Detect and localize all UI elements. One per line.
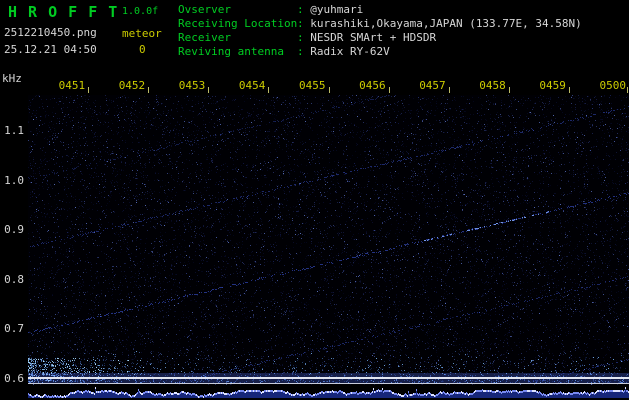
info-colon: : xyxy=(297,3,311,16)
frequency-label: 0.6 xyxy=(4,372,24,385)
info-label: Ovserver xyxy=(178,3,231,16)
meteor-counter-value: 0 xyxy=(139,43,146,56)
hrofft-window: H R O F F T 1.0.0f 2512210450.png meteor… xyxy=(0,0,629,400)
info-value: @yuhmari xyxy=(310,3,364,16)
app-version-label: 1.0.0f xyxy=(122,6,159,17)
frequency-label: 0.8 xyxy=(4,273,24,286)
time-label: 0459 xyxy=(539,79,566,92)
time-label: 0451 xyxy=(58,79,86,92)
frequency-label: 1.0 xyxy=(4,174,24,187)
observation-info-block: Ovserver: @yuhmari Receiving Location: ku… xyxy=(178,3,582,59)
minute-tick xyxy=(88,87,89,93)
info-label: Reviving antenna xyxy=(178,45,284,58)
observation-datetime: 25.12.21 04:50 xyxy=(4,43,97,56)
time-label: 0500 xyxy=(599,79,627,92)
info-colon: : xyxy=(297,17,311,30)
frequency-label: 0.9 xyxy=(4,223,24,236)
time-label: 0455 xyxy=(299,79,326,92)
info-colon: : xyxy=(297,31,311,44)
minute-tick xyxy=(449,87,450,93)
minute-tick xyxy=(208,87,209,93)
frequency-unit-label: kHz xyxy=(2,72,22,85)
minute-tick xyxy=(389,87,390,93)
info-label: Receiver xyxy=(178,31,231,44)
time-label: 0458 xyxy=(479,79,506,92)
minute-tick xyxy=(569,87,570,93)
spectrogram-canvas xyxy=(28,95,629,385)
frequency-label: 0.7 xyxy=(4,322,24,335)
output-filename: 2512210450.png xyxy=(4,26,97,39)
app-title: H R O F F T xyxy=(8,3,119,21)
time-label: 0457 xyxy=(419,79,446,92)
minute-tick xyxy=(268,87,269,93)
info-row: Ovserver: @yuhmari xyxy=(178,3,582,17)
time-label: 0452 xyxy=(118,79,146,92)
info-row: Reviving antenna: Radix RY-62V xyxy=(178,45,582,59)
info-label: Receiving Location xyxy=(178,17,298,30)
info-value: NESDR SMArt + HDSDR xyxy=(310,31,437,44)
info-row: Receiver: NESDR SMArt + HDSDR xyxy=(178,31,582,45)
minute-tick xyxy=(627,87,628,93)
time-label: 0456 xyxy=(359,79,386,92)
info-row: Receiving Location: kurashiki,Okayama,JA… xyxy=(178,17,582,31)
minute-tick xyxy=(329,87,330,93)
meteor-counter-label: meteor xyxy=(122,27,162,40)
minute-tick xyxy=(148,87,149,93)
time-label: 0453 xyxy=(178,79,206,92)
time-label: 0454 xyxy=(238,79,266,92)
signal-strength-canvas xyxy=(28,386,629,399)
info-value: Radix RY-62V xyxy=(310,45,390,58)
info-colon: : xyxy=(297,45,311,58)
frequency-label: 1.1 xyxy=(4,124,24,137)
minute-tick xyxy=(509,87,510,93)
info-value: kurashiki,Okayama,JAPAN (133.77E, 34.58N… xyxy=(310,17,582,30)
